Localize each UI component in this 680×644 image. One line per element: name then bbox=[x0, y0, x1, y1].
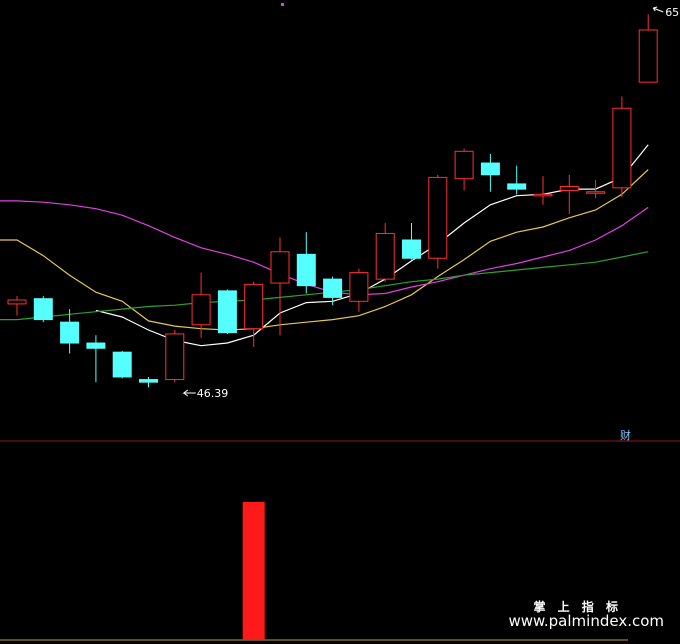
candle-body bbox=[7, 299, 27, 305]
candle-10 bbox=[270, 237, 290, 336]
ma-lines bbox=[0, 144, 649, 347]
candle-body bbox=[638, 29, 658, 83]
candle-body bbox=[323, 278, 343, 298]
candle-body bbox=[165, 333, 185, 381]
candle-19 bbox=[507, 165, 527, 195]
candle-18 bbox=[480, 153, 500, 192]
candle-12 bbox=[323, 276, 343, 306]
candle-body bbox=[349, 272, 369, 302]
candle-body bbox=[507, 183, 527, 190]
candle-body bbox=[270, 251, 290, 284]
candle-0 bbox=[7, 296, 27, 316]
candle-body bbox=[428, 176, 448, 259]
candle-body bbox=[375, 232, 395, 280]
low-price-label: 46.39 bbox=[197, 387, 229, 400]
indicator-label: 财 bbox=[620, 429, 631, 442]
candle-body bbox=[296, 253, 316, 287]
high-arrow bbox=[652, 6, 664, 13]
candle-body bbox=[191, 294, 211, 326]
candle-2 bbox=[60, 309, 80, 354]
candle-body bbox=[612, 107, 632, 189]
candle-24 bbox=[638, 14, 658, 83]
candle-15 bbox=[402, 223, 421, 260]
candle-20 bbox=[533, 176, 553, 205]
ma-line-1 bbox=[0, 169, 649, 331]
watermark-url: www.palmindex.com bbox=[508, 612, 664, 630]
candle-body bbox=[454, 150, 474, 180]
candle-11 bbox=[296, 232, 316, 294]
candle-body bbox=[244, 283, 264, 330]
candle-body bbox=[139, 379, 158, 383]
candle-body bbox=[112, 351, 132, 378]
candle-body bbox=[559, 186, 579, 191]
candle-17 bbox=[454, 148, 474, 191]
candle-21 bbox=[559, 174, 579, 214]
high-price-label: 65.97 bbox=[665, 6, 680, 19]
candle-body bbox=[480, 162, 500, 176]
candle-8 bbox=[217, 289, 237, 334]
candle-5 bbox=[139, 376, 158, 388]
candle-23 bbox=[612, 96, 632, 197]
candle-body bbox=[60, 321, 80, 344]
candle-body bbox=[86, 342, 106, 349]
low-arrow bbox=[182, 389, 196, 397]
candle-16 bbox=[428, 174, 448, 269]
candle-6 bbox=[165, 330, 185, 383]
candlestick-chart: 65.97 46.39 bbox=[0, 3, 680, 641]
ma-line-0 bbox=[95, 144, 649, 347]
candle-13 bbox=[349, 268, 369, 312]
candle-1 bbox=[33, 296, 53, 323]
candle-3 bbox=[86, 335, 106, 383]
candle-body bbox=[533, 193, 553, 197]
candle-4 bbox=[112, 350, 132, 379]
candle-body bbox=[586, 191, 606, 194]
candles bbox=[7, 14, 658, 388]
volume-bar bbox=[242, 502, 265, 640]
top-marker bbox=[281, 3, 284, 6]
candle-14 bbox=[375, 223, 395, 282]
volume-bars bbox=[242, 502, 265, 640]
candle-body bbox=[402, 239, 421, 259]
candle-body bbox=[217, 290, 237, 334]
candle-body bbox=[33, 298, 53, 321]
